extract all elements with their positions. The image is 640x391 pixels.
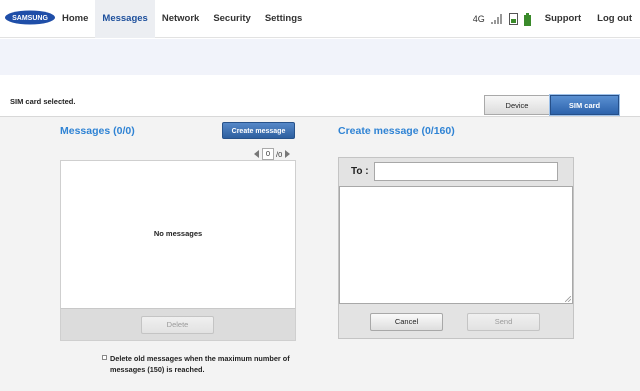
recipient-input[interactable] <box>374 162 558 181</box>
cancel-button[interactable]: Cancel <box>370 313 443 331</box>
resize-grip-icon[interactable] <box>565 296 571 302</box>
message-body-textarea[interactable] <box>339 186 573 304</box>
storage-toggle-device[interactable]: Device <box>484 95 550 115</box>
delete-button[interactable]: Delete <box>141 316 214 334</box>
main-nav: Home Messages Network Security Settings <box>55 0 309 38</box>
nav-messages[interactable]: Messages <box>95 0 155 38</box>
status-area: 4G Support Log out <box>473 0 640 38</box>
page-number-input[interactable]: 0 <box>262 148 274 160</box>
send-button[interactable]: Send <box>467 313 540 331</box>
create-message-title: Create message (0/160) <box>338 125 455 137</box>
top-nav-bar: SAMSUNG Home Messages Network Security S… <box>0 0 640 38</box>
page-total: /0 <box>276 149 283 159</box>
sim-status-text: SIM card selected. <box>10 97 76 106</box>
nav-home[interactable]: Home <box>55 0 95 38</box>
auto-delete-checkbox[interactable] <box>102 355 107 360</box>
svg-text:SAMSUNG: SAMSUNG <box>12 15 48 22</box>
nav-settings[interactable]: Settings <box>258 0 309 38</box>
next-page-icon[interactable] <box>285 150 291 158</box>
nav-security[interactable]: Security <box>206 0 258 38</box>
signal-strength-icon <box>490 14 503 24</box>
support-link[interactable]: Support <box>537 0 589 38</box>
messages-title: Messages (0/0) <box>60 125 135 137</box>
to-label: To : <box>351 166 369 177</box>
nav-network[interactable]: Network <box>155 0 206 38</box>
logout-link[interactable]: Log out <box>589 0 640 38</box>
message-pager: 0 /0 <box>254 147 291 161</box>
header-band <box>0 39 640 75</box>
previous-page-icon[interactable] <box>254 150 259 158</box>
samsung-logo[interactable]: SAMSUNG <box>4 10 56 25</box>
network-type-label: 4G <box>472 14 485 24</box>
battery-icon <box>523 12 531 26</box>
empty-state-text: No messages <box>153 229 203 238</box>
create-message-button[interactable]: Create message <box>222 122 295 139</box>
storage-toggle-sim-card[interactable]: SIM card <box>550 95 619 115</box>
auto-delete-note: Delete old messages when the maximum num… <box>110 354 290 374</box>
sim-device-icon <box>508 13 518 25</box>
